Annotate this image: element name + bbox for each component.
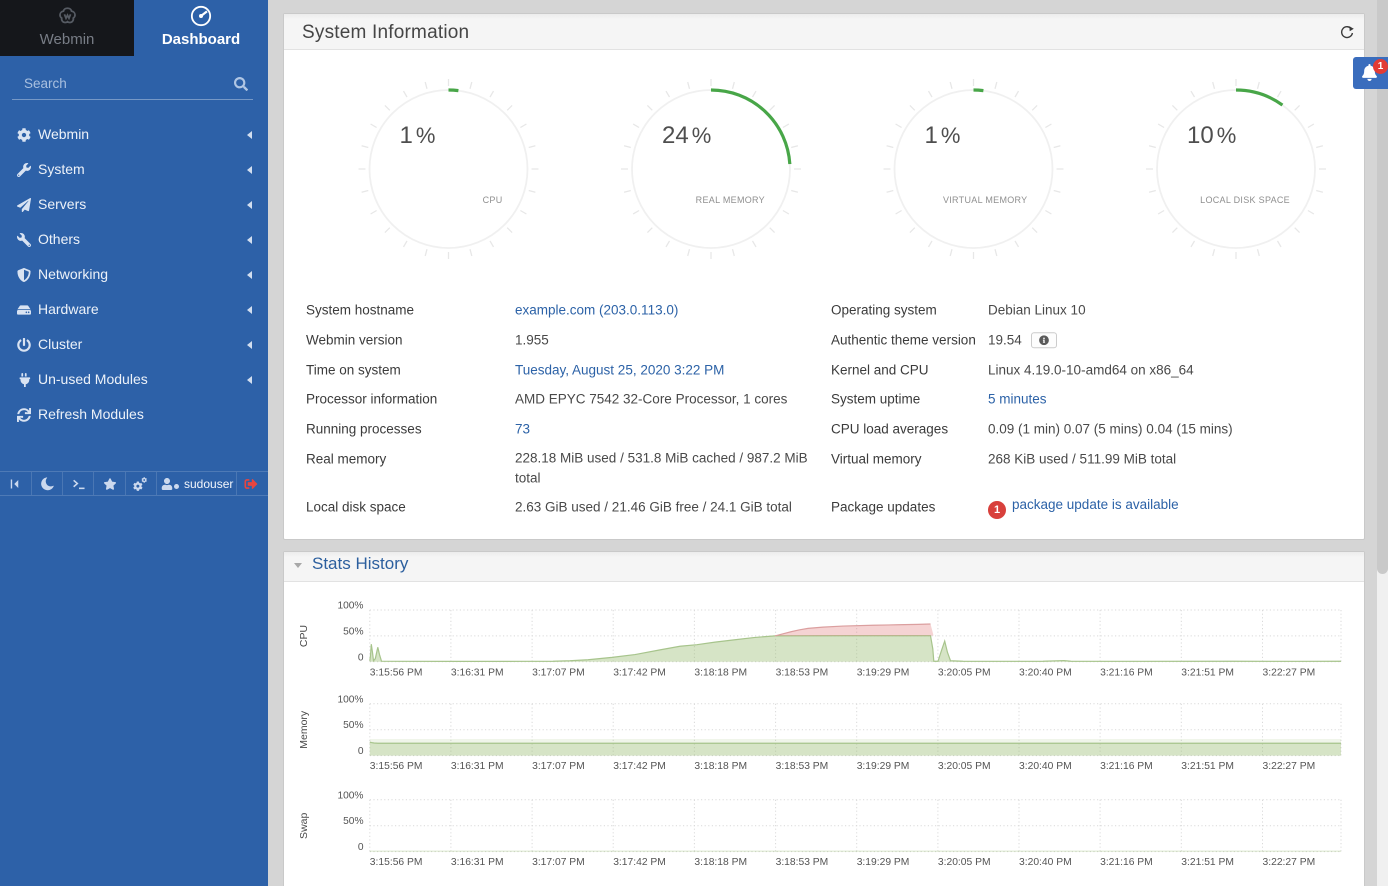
svg-text:24%: 24% bbox=[662, 122, 711, 149]
svg-text:50%: 50% bbox=[343, 816, 363, 827]
svg-text:CPU: CPU bbox=[483, 195, 503, 205]
svg-text:3:17:42 PM: 3:17:42 PM bbox=[613, 667, 666, 678]
svg-text:3:18:53 PM: 3:18:53 PM bbox=[776, 667, 829, 678]
svg-text:3:21:16 PM: 3:21:16 PM bbox=[1100, 857, 1153, 868]
svg-text:3:18:18 PM: 3:18:18 PM bbox=[694, 667, 747, 678]
svg-text:3:18:18 PM: 3:18:18 PM bbox=[694, 761, 747, 772]
svg-text:3:16:31 PM: 3:16:31 PM bbox=[451, 761, 504, 772]
svg-text:3:17:07 PM: 3:17:07 PM bbox=[532, 667, 585, 678]
svg-text:100%: 100% bbox=[337, 790, 363, 801]
svg-text:3:21:51 PM: 3:21:51 PM bbox=[1181, 761, 1234, 772]
svg-text:10%: 10% bbox=[1187, 122, 1236, 149]
svg-text:3:21:16 PM: 3:21:16 PM bbox=[1100, 761, 1153, 772]
svg-text:1%: 1% bbox=[925, 122, 961, 149]
svg-text:100%: 100% bbox=[337, 694, 363, 705]
svg-text:3:17:42 PM: 3:17:42 PM bbox=[613, 761, 666, 772]
svg-text:3:22:27 PM: 3:22:27 PM bbox=[1263, 857, 1316, 868]
svg-text:100%: 100% bbox=[337, 601, 363, 612]
svg-text:CPU: CPU bbox=[298, 625, 310, 647]
svg-text:50%: 50% bbox=[343, 720, 363, 731]
svg-text:3:21:51 PM: 3:21:51 PM bbox=[1181, 667, 1234, 678]
svg-text:1%: 1% bbox=[400, 122, 436, 149]
svg-text:3:18:53 PM: 3:18:53 PM bbox=[776, 857, 829, 868]
svg-text:Swap: Swap bbox=[298, 813, 310, 839]
svg-text:3:20:40 PM: 3:20:40 PM bbox=[1019, 857, 1072, 868]
svg-text:3:19:29 PM: 3:19:29 PM bbox=[857, 857, 910, 868]
svg-text:3:15:56 PM: 3:15:56 PM bbox=[370, 761, 423, 772]
svg-text:3:19:29 PM: 3:19:29 PM bbox=[857, 667, 910, 678]
svg-text:50%: 50% bbox=[343, 626, 363, 637]
svg-text:3:19:29 PM: 3:19:29 PM bbox=[857, 761, 910, 772]
svg-text:3:20:40 PM: 3:20:40 PM bbox=[1019, 667, 1072, 678]
svg-text:3:20:05 PM: 3:20:05 PM bbox=[938, 761, 991, 772]
svg-text:3:17:07 PM: 3:17:07 PM bbox=[532, 857, 585, 868]
svg-text:3:22:27 PM: 3:22:27 PM bbox=[1263, 761, 1316, 772]
svg-text:3:20:40 PM: 3:20:40 PM bbox=[1019, 761, 1072, 772]
svg-text:3:15:56 PM: 3:15:56 PM bbox=[370, 857, 423, 868]
svg-text:3:20:05 PM: 3:20:05 PM bbox=[938, 667, 991, 678]
svg-text:LOCAL DISK SPACE: LOCAL DISK SPACE bbox=[1200, 195, 1290, 205]
svg-text:VIRTUAL MEMORY: VIRTUAL MEMORY bbox=[943, 195, 1028, 205]
svg-text:3:16:31 PM: 3:16:31 PM bbox=[451, 857, 504, 868]
svg-text:3:15:56 PM: 3:15:56 PM bbox=[370, 667, 423, 678]
svg-text:3:21:16 PM: 3:21:16 PM bbox=[1100, 667, 1153, 678]
svg-text:0: 0 bbox=[358, 842, 364, 853]
svg-text:3:18:53 PM: 3:18:53 PM bbox=[776, 761, 829, 772]
svg-text:3:16:31 PM: 3:16:31 PM bbox=[451, 667, 504, 678]
svg-text:3:22:27 PM: 3:22:27 PM bbox=[1263, 667, 1316, 678]
svg-text:0: 0 bbox=[358, 746, 364, 757]
svg-text:3:17:07 PM: 3:17:07 PM bbox=[532, 761, 585, 772]
svg-text:3:21:51 PM: 3:21:51 PM bbox=[1181, 857, 1234, 868]
svg-text:0: 0 bbox=[358, 652, 364, 663]
svg-text:3:18:18 PM: 3:18:18 PM bbox=[694, 857, 747, 868]
svg-text:3:20:05 PM: 3:20:05 PM bbox=[938, 857, 991, 868]
svg-text:Memory: Memory bbox=[298, 710, 310, 749]
svg-text:3:17:42 PM: 3:17:42 PM bbox=[613, 857, 666, 868]
svg-text:REAL MEMORY: REAL MEMORY bbox=[696, 195, 765, 205]
